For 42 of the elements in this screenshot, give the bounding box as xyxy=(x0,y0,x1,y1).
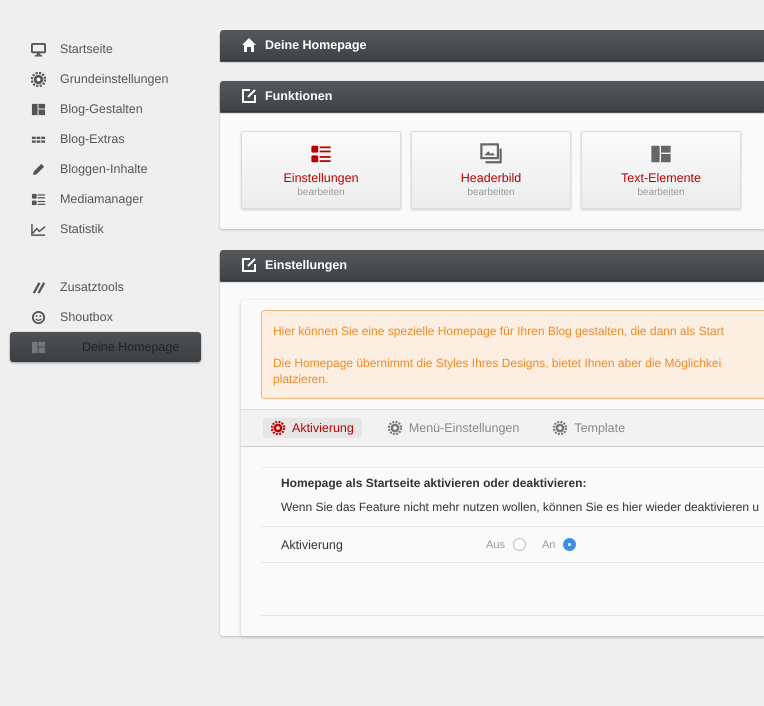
section-heading: Homepage als Startseite aktivieren oder deaktivieren: xyxy=(261,467,764,498)
gear-icon xyxy=(388,421,402,435)
radio-label: An xyxy=(542,538,556,550)
sidebar-item[interactable]: Blog-Gestalten xyxy=(0,94,220,124)
monitor-icon xyxy=(31,42,46,56)
sidebar-item[interactable]: Blog-Extras xyxy=(0,124,220,154)
notice-text: Hier können Sie eine spezielle Homepage für Ihren Blog gestalten, die dann als Start xyxy=(273,323,725,339)
tools-icon xyxy=(31,280,46,294)
sidebar-item[interactable]: Zusatztools xyxy=(0,272,220,302)
function-tile[interactable]: Text-Elemente bearbeiten xyxy=(581,131,741,209)
panel-title: Einstellungen xyxy=(265,258,347,272)
tab[interactable]: Aktivierung xyxy=(263,418,362,438)
sidebar-item[interactable]: Bloggen-Inhalte xyxy=(0,154,220,184)
pencil-icon xyxy=(31,162,46,176)
radio-button[interactable] xyxy=(512,538,526,551)
layout-icon xyxy=(31,102,46,116)
home-icon xyxy=(241,37,257,53)
sidebar-item[interactable]: Statistik xyxy=(0,214,220,244)
panel-title: Funktionen xyxy=(265,89,332,103)
edit-icon xyxy=(241,257,257,273)
section-description: Wenn Sie das Feature nicht mehr nutzen wollen, können Sie es hier wieder deaktivieren u xyxy=(280,499,760,516)
smiley-icon xyxy=(31,310,46,324)
sidebar-item[interactable]: Grundeinstellungen xyxy=(0,64,220,94)
notice-text: Die Homepage übernimmt die Styles Ihres Designs, bietet Ihnen aber die Möglichkei xyxy=(273,355,722,371)
notice-text: platzieren. xyxy=(273,371,330,387)
page-title: Deine Homepage xyxy=(265,38,366,52)
radio-label: Aus xyxy=(486,538,505,550)
sidebar-item[interactable]: Startseite xyxy=(0,34,220,64)
list-icon xyxy=(31,192,46,206)
function-tile[interactable]: Headerbild bearbeiten xyxy=(411,131,571,209)
gear-icon xyxy=(31,72,46,86)
layout-icon xyxy=(31,340,46,354)
edit-icon xyxy=(241,88,257,104)
line-chart-icon xyxy=(31,222,46,236)
image-icon xyxy=(480,142,502,164)
sidebar-item[interactable]: Shoutbox xyxy=(0,302,220,332)
gear-icon xyxy=(271,421,285,435)
gear-icon xyxy=(553,421,568,435)
function-tile[interactable]: Einstellungen bearbeiten xyxy=(241,131,401,209)
radio-button[interactable] xyxy=(563,538,576,551)
field-label: Aktivierung xyxy=(281,538,344,552)
sidebar-item[interactable]: Mediamanager xyxy=(0,184,220,214)
